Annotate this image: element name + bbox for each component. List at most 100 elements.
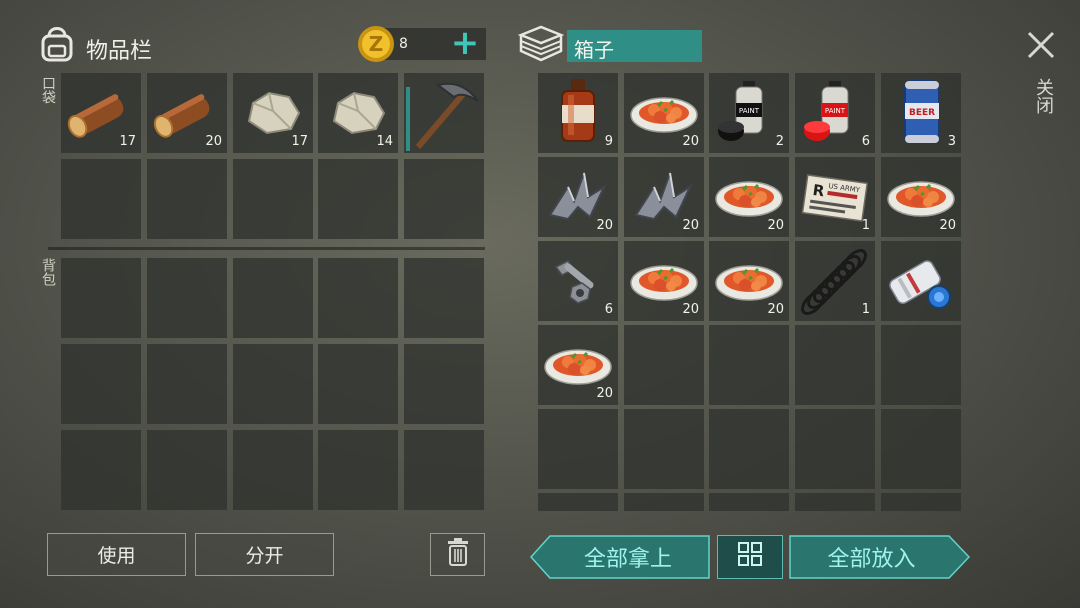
chest-slot[interactable]: 20	[624, 157, 704, 237]
item-count: 1	[861, 218, 870, 233]
chest-slot[interactable]: 20	[624, 241, 704, 321]
backpack-slot[interactable]	[147, 258, 227, 338]
pocket-slot[interactable]: 14	[318, 73, 398, 153]
grid-sort-icon	[737, 541, 763, 573]
svg-text:Z: Z	[369, 32, 384, 56]
chest-slot[interactable]: 20	[709, 241, 789, 321]
chest-slot[interactable]: 20	[538, 157, 618, 237]
pocket-slot[interactable]: 17	[233, 73, 313, 153]
chest-slot[interactable]	[709, 325, 789, 405]
chest-slot[interactable]	[881, 241, 961, 321]
chest-slot[interactable]: PAINT 6	[795, 73, 875, 153]
coin-icon: Z	[356, 24, 396, 64]
chest-slot[interactable]: 20	[881, 157, 961, 237]
item-count: 17	[119, 134, 136, 149]
backpack-slot[interactable]	[318, 430, 398, 510]
chest-slot[interactable]: 9	[538, 73, 618, 153]
backpack-slot[interactable]	[318, 344, 398, 424]
inventory-title: 物品栏	[86, 39, 153, 64]
chest-slot[interactable]: R US ARMY 1	[795, 157, 875, 237]
chest-slot[interactable]	[709, 409, 789, 489]
chest-slot[interactable]: BEER 3	[881, 73, 961, 153]
pocket-slot[interactable]: 20	[147, 73, 227, 153]
item-count: 2	[775, 134, 784, 149]
put-all-button[interactable]: 全部放入	[789, 535, 970, 579]
close-label[interactable]: 关闭	[1030, 78, 1056, 114]
backpack-slot[interactable]	[318, 258, 398, 338]
item-count: 6	[861, 134, 870, 149]
pocket-slot[interactable]: 17	[61, 73, 141, 153]
chest-slot[interactable]: 20	[709, 157, 789, 237]
trash-button[interactable]	[430, 533, 485, 576]
chest-slot[interactable]	[795, 409, 875, 489]
item-count: 20	[596, 386, 613, 401]
chest-slot[interactable]: 20	[624, 73, 704, 153]
item-count: 6	[604, 302, 613, 317]
chest-slot[interactable]	[881, 493, 961, 511]
chest-slot[interactable]	[795, 325, 875, 405]
chest-slot[interactable]	[538, 493, 618, 511]
currency-amount: 8	[399, 36, 408, 52]
backpack-slot[interactable]	[233, 344, 313, 424]
item-count: 14	[376, 134, 393, 149]
chest-slot[interactable]: PAINT 2	[709, 73, 789, 153]
close-icon[interactable]	[1024, 28, 1058, 62]
chest-slot[interactable]: 1	[795, 241, 875, 321]
put-all-label: 全部放入	[827, 547, 916, 572]
pocket-slot[interactable]	[404, 73, 484, 153]
item-count: 9	[604, 134, 613, 149]
backpack-icon	[38, 22, 76, 62]
chest-slot[interactable]	[709, 493, 789, 511]
chest-icon	[517, 24, 565, 64]
item-count: 1	[861, 302, 870, 317]
chest-slot[interactable]	[624, 325, 704, 405]
take-all-button[interactable]: 全部拿上	[530, 535, 710, 579]
backpack-slot[interactable]	[233, 258, 313, 338]
chest-slot[interactable]	[881, 325, 961, 405]
backpack-slot[interactable]	[404, 430, 484, 510]
backpack-label: 背包	[40, 258, 56, 286]
backpack-slot[interactable]	[404, 344, 484, 424]
chest-slot[interactable]: 6	[538, 241, 618, 321]
chest-slot[interactable]	[795, 493, 875, 511]
sort-button[interactable]	[717, 535, 783, 579]
backpack-slot[interactable]	[61, 344, 141, 424]
take-all-label: 全部拿上	[583, 547, 672, 572]
svg-text:PAINT: PAINT	[825, 107, 846, 115]
backpack-slot[interactable]	[147, 430, 227, 510]
chest-slot[interactable]: 20	[538, 325, 618, 405]
backpack-slot[interactable]	[147, 344, 227, 424]
svg-text:BEER: BEER	[909, 108, 935, 118]
chest-slot[interactable]	[624, 409, 704, 489]
chest-title: 箱子	[574, 38, 614, 62]
chest-slot[interactable]	[538, 409, 618, 489]
add-currency-button[interactable]: +	[450, 24, 480, 62]
trash-icon	[446, 537, 470, 572]
item-count: 20	[596, 218, 613, 233]
pocket-slot[interactable]	[147, 159, 227, 239]
pocket-label: 口袋	[40, 76, 56, 104]
backpack-slot[interactable]	[61, 258, 141, 338]
backpack-slot[interactable]	[61, 430, 141, 510]
item-count: 17	[291, 134, 308, 149]
pocket-slot[interactable]	[318, 159, 398, 239]
backpack-slot[interactable]	[404, 258, 484, 338]
item-count: 20	[682, 134, 699, 149]
item-count: 20	[767, 218, 784, 233]
pocket-slot[interactable]	[61, 159, 141, 239]
item-count: 20	[939, 218, 956, 233]
item-count: 3	[947, 134, 956, 149]
backpack-slot[interactable]	[233, 430, 313, 510]
item-count: 20	[682, 218, 699, 233]
pocket-slot[interactable]	[404, 159, 484, 239]
split-button[interactable]: 分开	[195, 533, 334, 576]
chest-slot[interactable]	[881, 409, 961, 489]
item-count: 20	[205, 134, 222, 149]
durability-bar	[406, 87, 410, 151]
item-count: 20	[682, 302, 699, 317]
pocket-divider	[48, 247, 485, 250]
pocket-slot[interactable]	[233, 159, 313, 239]
item-count: 20	[767, 302, 784, 317]
chest-slot[interactable]	[624, 493, 704, 511]
use-button[interactable]: 使用	[47, 533, 186, 576]
